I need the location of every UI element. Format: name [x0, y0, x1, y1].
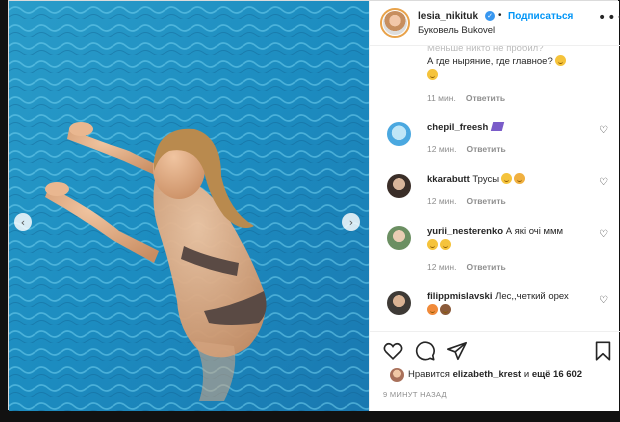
author-avatar[interactable]	[380, 8, 410, 38]
comment-meta: 12 мин. Ответить	[427, 144, 506, 154]
like-comment-heart-icon[interactable]: ♡	[599, 229, 608, 240]
likes-summary: Нравится elizabeth_krest и ещё 16 602	[408, 369, 583, 380]
grin-emoji-icon	[501, 173, 513, 184]
liker-avatar[interactable]	[390, 368, 404, 382]
post-sidebar: lesia_nikituk ✓ • Подписаться Буковель B…	[369, 1, 620, 411]
post-photo[interactable]: ‹ ›	[9, 1, 369, 411]
verified-badge-icon: ✓	[485, 11, 495, 21]
cut-off-comment-line: Меньше никто не пробил?	[427, 46, 544, 54]
post-timestamp[interactable]: 9 МИНУТ НАЗАД	[383, 390, 447, 399]
location-link[interactable]: Буковель Bukovel	[418, 25, 495, 36]
comment-bubble-icon[interactable]	[414, 340, 436, 362]
grin-emoji-icon	[440, 239, 451, 250]
follow-button[interactable]: Подписаться	[508, 11, 573, 22]
previous-photo-button[interactable]: ‹	[14, 213, 32, 231]
heart-eyes-emoji-icon	[427, 304, 438, 315]
ear-emoji-icon	[514, 173, 526, 184]
comment-meta: 12 мин. Ответить	[427, 262, 506, 272]
smile-emoji-icon	[427, 69, 438, 80]
commenter-avatar[interactable]	[387, 226, 411, 250]
grin-emoji-icon	[427, 239, 438, 250]
post-header: lesia_nikituk ✓ • Подписаться Буковель B…	[370, 1, 620, 46]
reply-button[interactable]: Ответить	[466, 144, 505, 154]
instagram-post: ‹ › lesia_nikituk ✓ • Подписаться Букове…	[8, 0, 620, 411]
comments-list: Меньше никто не пробил? А где ныряние, г…	[370, 46, 620, 331]
comment-text: chepil_freesh	[427, 121, 505, 135]
pool-swimmer-image	[9, 1, 369, 411]
like-comment-heart-icon[interactable]: ♡	[599, 295, 608, 306]
screen-frame: ‹ › lesia_nikituk ✓ • Подписаться Букове…	[0, 0, 620, 422]
more-options-icon[interactable]: •••	[598, 10, 620, 26]
sticker-emoji-icon	[491, 122, 505, 131]
commenter-username[interactable]: yurii_nesterenko	[427, 226, 503, 237]
next-photo-button[interactable]: ›	[342, 213, 360, 231]
comment-text: А где ныряние, где главное?	[427, 55, 566, 83]
paper-plane-icon[interactable]	[446, 340, 468, 362]
commenter-avatar[interactable]	[387, 122, 411, 146]
comment-text: filippmislavski Лес,,четкий орех	[427, 290, 569, 318]
commenter-avatar[interactable]	[387, 291, 411, 315]
reply-button[interactable]: Ответить	[466, 196, 505, 206]
commenter-username[interactable]: kkarabutt	[427, 174, 470, 185]
comment-text: yurii_nesterenko А які очі ммм	[427, 225, 563, 253]
comment-meta: 12 мин. Ответить	[427, 196, 506, 206]
like-comment-heart-icon[interactable]: ♡	[599, 177, 608, 188]
reply-button[interactable]: Ответить	[466, 93, 505, 103]
likes-count-link[interactable]: ещё 16 602	[532, 369, 582, 380]
monkey-emoji-icon	[440, 304, 451, 315]
liker-username[interactable]: elizabeth_krest	[453, 369, 522, 380]
bookmark-icon[interactable]	[592, 340, 614, 362]
separator: •	[498, 10, 502, 21]
commenter-username[interactable]: filippmislavski	[427, 291, 492, 302]
chevron-right-icon: ›	[348, 215, 354, 229]
like-comment-heart-icon[interactable]: ♡	[599, 125, 608, 136]
author-username[interactable]: lesia_nikituk	[418, 11, 478, 22]
chevron-left-icon: ‹	[20, 215, 26, 229]
commenter-avatar[interactable]	[387, 174, 411, 198]
heart-outline-icon[interactable]	[382, 340, 404, 362]
post-actions: Нравится elizabeth_krest и ещё 16 602 9 …	[370, 331, 620, 411]
comment-meta: 11 мин. Ответить	[427, 93, 506, 103]
comment-text: kkarabutt Трусы	[427, 173, 526, 187]
grin-emoji-icon	[554, 55, 566, 66]
commenter-username[interactable]: chepil_freesh	[427, 122, 488, 133]
reply-button[interactable]: Ответить	[466, 262, 505, 272]
